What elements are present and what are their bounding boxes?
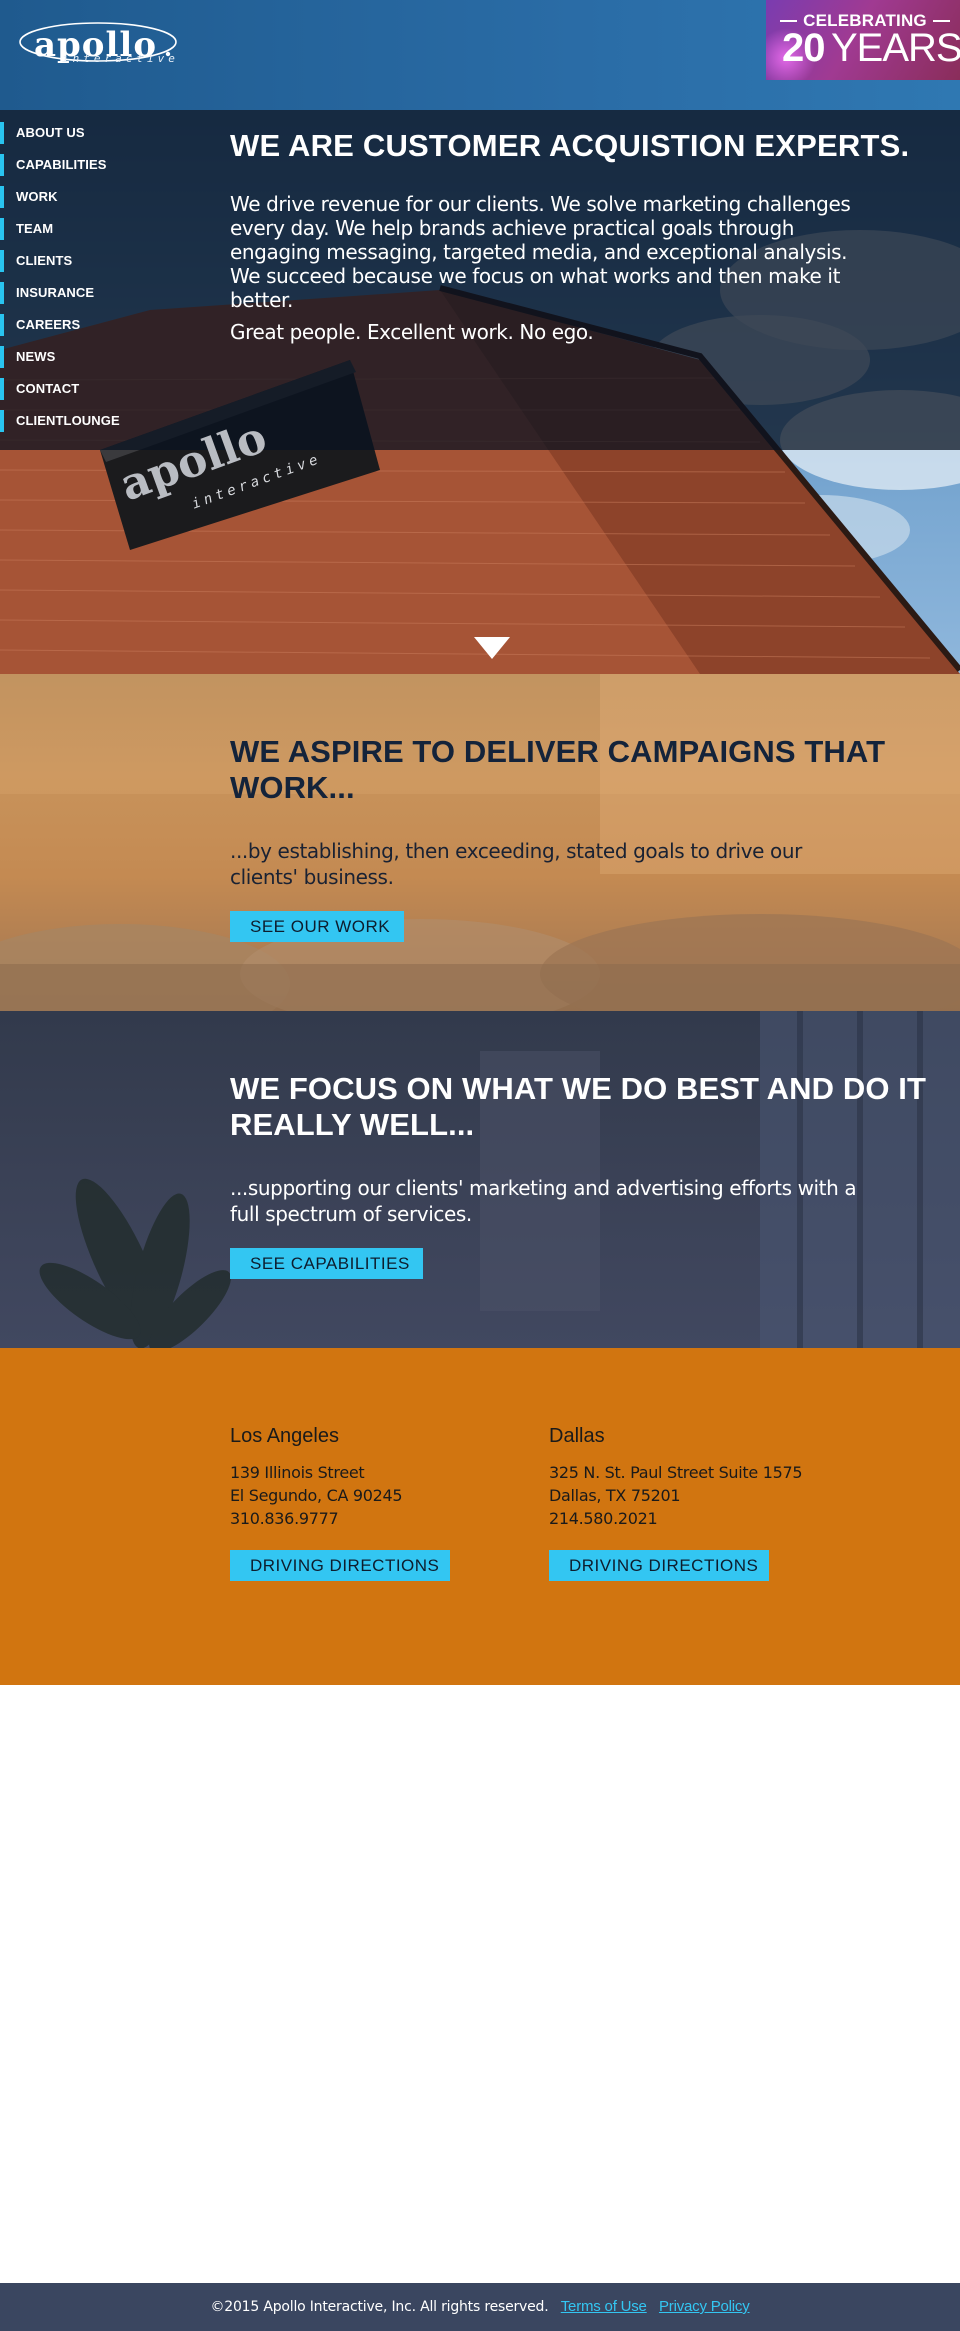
location-phone: 310.836.9777 [230, 1509, 339, 1528]
work-title: WE ASPIRE TO DELIVER CAMPAIGNS THAT WORK… [230, 734, 886, 805]
capabilities-title: WE FOCUS ON WHAT WE DO BEST AND DO IT RE… [230, 1071, 926, 1142]
see-capabilities-button[interactable]: SEE CAPABILITIES [230, 1248, 423, 1279]
hero-title: WE ARE CUSTOMER ACQUISTION EXPERTS. [230, 128, 910, 163]
privacy-policy-link[interactable]: Privacy Policy [659, 2298, 750, 2315]
location-citystate: El Segundo, CA 90245 [230, 1486, 403, 1505]
location-city: Dallas [549, 1425, 605, 1447]
terms-of-use-link[interactable]: Terms of Use [561, 2298, 647, 2315]
capabilities-section: WE FOCUS ON WHAT WE DO BEST AND DO IT RE… [0, 1011, 960, 1348]
hero-section: ABOUT US CAPABILITIES WORK TEAM CLIENTS … [0, 110, 960, 674]
driving-directions-button-la[interactable]: DRIVING DIRECTIONS [230, 1550, 450, 1581]
nav-insurance[interactable]: INSURANCE [0, 282, 200, 304]
site-header: apollo interactive CELEBRATING 20 YEARS [0, 0, 960, 110]
work-section: WE ASPIRE TO DELIVER CAMPAIGNS THAT WORK… [0, 674, 960, 1011]
location-phone: 214.580.2021 [549, 1509, 658, 1528]
site-footer: ©2015 Apollo Interactive, Inc. All right… [0, 2283, 960, 2331]
location-city: Los Angeles [230, 1425, 339, 1447]
badge-rule-left [780, 20, 798, 22]
capabilities-description: ...supporting our clients' marketing and… [230, 1176, 857, 1226]
hero-description: We drive revenue for our clients. We sol… [230, 192, 851, 312]
anniversary-badge: CELEBRATING 20 YEARS [766, 0, 960, 80]
location-street: 325 N. St. Paul Street Suite 1575 [549, 1463, 803, 1482]
location-dallas: Dallas 325 N. St. Paul Street Suite 1575… [549, 1425, 839, 1581]
badge-rule-right [932, 20, 950, 22]
nav-careers[interactable]: CAREERS [0, 314, 200, 336]
see-our-work-button[interactable]: SEE OUR WORK [230, 911, 404, 942]
logo-subtitle: interactive [62, 52, 179, 65]
nav-capabilities[interactable]: CAPABILITIES [0, 154, 200, 176]
building-sign-logo: apollo interactive [114, 412, 324, 513]
apollo-logo-icon: apollo [19, 22, 177, 65]
footer-copyright: ©2015 Apollo Interactive, Inc. All right… [210, 2299, 549, 2315]
apollo-logo[interactable]: apollo [18, 16, 183, 82]
scroll-down-icon[interactable] [474, 637, 510, 659]
driving-directions-button-dallas[interactable]: DRIVING DIRECTIONS [549, 1550, 769, 1581]
nav-about-us[interactable]: ABOUT US [0, 122, 200, 144]
location-citystate: Dallas, TX 75201 [549, 1486, 681, 1505]
nav-team[interactable]: TEAM [0, 218, 200, 240]
location-street: 139 Illinois Street [230, 1463, 365, 1482]
locations-section: Los Angeles 139 Illinois Street El Segun… [0, 1348, 960, 1685]
nav-work[interactable]: WORK [0, 186, 200, 208]
badge-years: YEARS [831, 26, 960, 70]
hero-tagline: Great people. Excellent work. No ego. [230, 320, 594, 344]
work-description: ...by establishing, then exceeding, stat… [230, 839, 802, 889]
badge-number: 20 [782, 26, 825, 70]
location-los-angeles: Los Angeles 139 Illinois Street El Segun… [230, 1425, 520, 1581]
nav-clients[interactable]: CLIENTS [0, 250, 200, 272]
